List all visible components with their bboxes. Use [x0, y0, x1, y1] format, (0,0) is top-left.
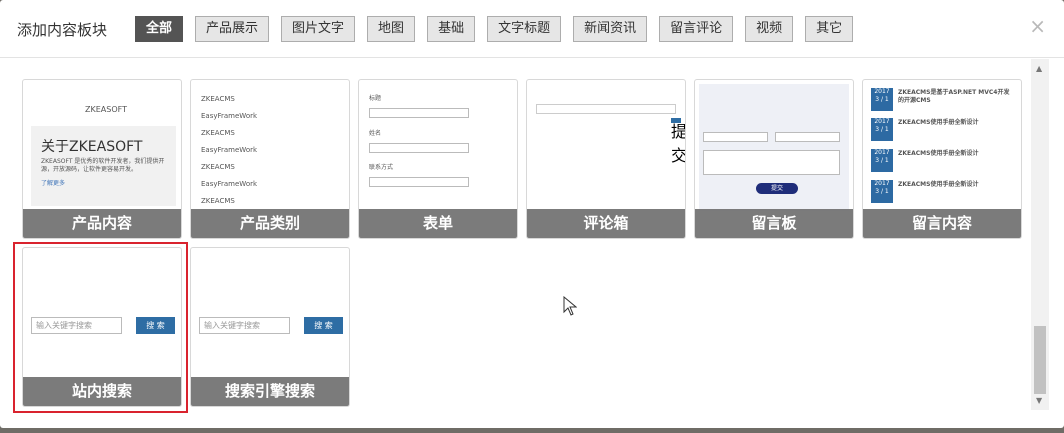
preview-form-label: 姓名 [369, 130, 382, 137]
preview-about-text: ZKEASOFT 是优秀的软件开发者，我们提供开源，开放源码，让软件更容易开发。 [41, 158, 165, 173]
content-block-grid: ZKEASOFT 关于ZKEASOFT ZKEASOFT 是优秀的软件开发者，我… [0, 59, 1064, 423]
preview-news-title: ZKEACMS使用手册全新设计 [898, 119, 979, 126]
dialog-title: 添加内容板块 [17, 21, 108, 39]
preview-news-title: ZKEACMS使用手册全新设计 [898, 150, 979, 157]
preview-news-title: ZKEACMS使用手册全新设计 [898, 181, 979, 188]
dialog-header: 添加内容板块 全部 产品展示 图片文字 地图 基础 文字标题 新闻资讯 留言评论… [0, 0, 1064, 58]
preview-date: 3 / 1 [875, 188, 889, 195]
preview-search-input: 输入关键字搜索 [199, 317, 290, 334]
preview-date-badge: 2017 3 / 1 [871, 88, 893, 111]
preview-form-field [369, 143, 469, 153]
card-form[interactable]: 标题 姓名 联系方式 表单 [358, 79, 518, 239]
preview-date-badge: 2017 3 / 1 [871, 180, 893, 203]
card-label: 产品内容 [23, 209, 181, 238]
card-label: 留言内容 [863, 209, 1021, 238]
card-search-engine[interactable]: 输入关键字搜索 搜 索 搜索引擎搜索 [190, 247, 350, 407]
scroll-down-icon[interactable]: ▼ [1036, 396, 1042, 405]
card-message-board[interactable]: 提交 留言板 [694, 79, 854, 239]
category-tabs: 全部 产品展示 图片文字 地图 基础 文字标题 新闻资讯 留言评论 视频 其它 [135, 16, 865, 42]
preview-news-title: ZKEACMS是基于ASP.NET MVC4开发的开源CMS [898, 89, 1010, 104]
close-icon[interactable]: × [1029, 14, 1046, 38]
preview-more-link: 了解更多 [41, 180, 66, 187]
tab-other[interactable]: 其它 [805, 16, 854, 42]
preview-date: 3 / 1 [875, 96, 889, 103]
tab-video[interactable]: 视频 [745, 16, 794, 42]
tab-basic[interactable]: 基础 [427, 16, 476, 42]
preview-category-item: EasyFrameWork [201, 112, 258, 120]
preview-date: 3 / 1 [875, 157, 889, 164]
preview-comment-submit: 提交 [671, 118, 685, 165]
card-product-content[interactable]: ZKEASOFT 关于ZKEASOFT ZKEASOFT 是优秀的软件开发者，我… [22, 79, 182, 239]
preview-comment-input [536, 104, 676, 114]
tab-map[interactable]: 地图 [367, 16, 416, 42]
card-label: 表单 [359, 209, 517, 238]
card-label: 留言板 [695, 209, 853, 238]
card-site-search[interactable]: 输入关键字搜索 搜 索 站内搜索 [22, 247, 182, 407]
tab-image-text[interactable]: 图片文字 [281, 16, 356, 42]
tab-all[interactable]: 全部 [135, 16, 184, 42]
preview-form-label: 联系方式 [369, 164, 394, 171]
preview-date-badge: 2017 3 / 1 [871, 118, 893, 141]
preview-about-box: 关于ZKEASOFT ZKEASOFT 是优秀的软件开发者，我们提供开源，开放源… [31, 126, 176, 206]
preview-about-heading: 关于ZKEASOFT [41, 139, 143, 155]
preview-year: 2017 [874, 149, 890, 156]
preview-form-label: 标题 [369, 95, 382, 102]
preview-message-board: 提交 [699, 84, 849, 211]
card-label: 产品类别 [191, 209, 349, 238]
preview-search-input: 输入关键字搜索 [31, 317, 122, 334]
preview-year: 2017 [874, 180, 890, 187]
preview-contact-field [775, 132, 840, 142]
preview-form-field [369, 108, 469, 118]
preview-year: 2017 [874, 88, 890, 95]
mouse-cursor-icon [563, 296, 577, 316]
card-label: 搜索引擎搜索 [191, 377, 349, 406]
preview-category-item: ZKEACMS [201, 95, 235, 103]
preview-form-field [369, 177, 469, 187]
preview-date-badge: 2017 3 / 1 [871, 149, 893, 172]
tab-text-title[interactable]: 文字标题 [487, 16, 562, 42]
preview-search-button: 搜 索 [304, 317, 343, 334]
preview-category-item: ZKEACMS [201, 129, 235, 137]
preview-category-item: EasyFrameWork [201, 180, 258, 188]
preview-search-button: 搜 索 [136, 317, 175, 334]
preview-category-item: EasyFrameWork [201, 146, 258, 154]
card-message-content[interactable]: 2017 3 / 1 ZKEACMS是基于ASP.NET MVC4开发的开源CMS… [862, 79, 1022, 239]
add-content-block-dialog: 添加内容板块 全部 产品展示 图片文字 地图 基础 文字标题 新闻资讯 留言评论… [0, 0, 1064, 428]
preview-message-field [703, 150, 840, 175]
tab-product-display[interactable]: 产品展示 [195, 16, 270, 42]
card-label: 站内搜索 [23, 377, 181, 406]
scrollbar-thumb[interactable] [1034, 326, 1046, 394]
preview-category-item: ZKEACMS [201, 163, 235, 171]
vertical-scrollbar[interactable]: ▲ ▼ [1031, 59, 1049, 410]
card-label: 评论箱 [527, 209, 685, 238]
tab-comments[interactable]: 留言评论 [659, 16, 734, 42]
preview-category-item: ZKEACMS [201, 197, 235, 205]
tab-news[interactable]: 新闻资讯 [573, 16, 648, 42]
card-comment-box[interactable]: 提交 评论箱 [526, 79, 686, 239]
card-product-category[interactable]: ZKEACMS EasyFrameWork ZKEACMS EasyFrameW… [190, 79, 350, 239]
scroll-up-icon[interactable]: ▲ [1036, 64, 1042, 73]
preview-logo: ZKEASOFT [85, 105, 127, 114]
preview-date: 3 / 1 [875, 126, 889, 133]
preview-submit-button: 提交 [756, 183, 798, 194]
preview-year: 2017 [874, 118, 890, 125]
preview-name-field [703, 132, 768, 142]
